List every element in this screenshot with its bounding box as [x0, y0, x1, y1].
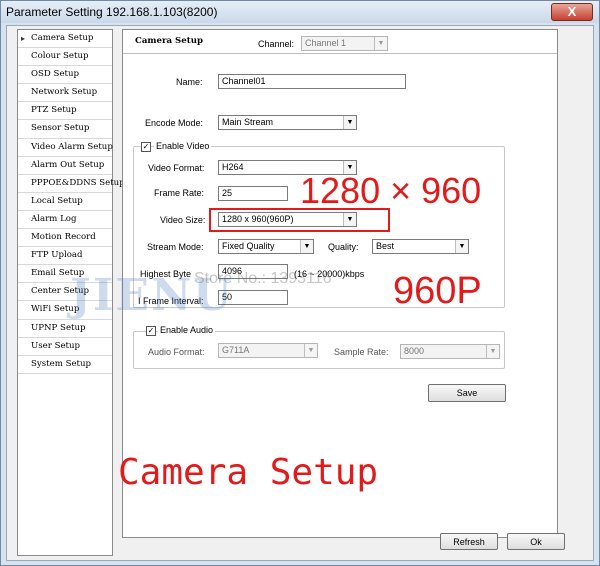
frame-rate-input[interactable]: 25 [218, 186, 288, 201]
quality-label: Quality: [328, 242, 359, 252]
video-format-value: H264 [222, 162, 244, 172]
chevron-down-icon: ▼ [300, 240, 313, 253]
channel-value: Channel 1 [305, 38, 347, 48]
name-input[interactable]: Channel01 [218, 74, 406, 89]
resolution-overlay-text: 1280 × 960 [300, 170, 482, 211]
save-button[interactable]: Save [428, 384, 506, 402]
ok-button[interactable]: Ok [507, 533, 565, 550]
name-label: Name: [176, 77, 203, 87]
chevron-down-icon: ▼ [455, 240, 468, 253]
enable-video-checkbox[interactable]: ✓ [141, 142, 151, 152]
video-size-label: Video Size: [160, 215, 206, 225]
store-watermark: Store No.: 1393116 [194, 270, 332, 287]
sidebar-item-motion-record[interactable]: Motion Record [18, 229, 112, 248]
channel-label: Channel: [258, 39, 295, 49]
enable-audio-label: Enable Audio [158, 325, 216, 335]
encode-mode-label: Encode Mode: [145, 118, 204, 128]
panel-title: Camera Setup [135, 36, 203, 46]
frame-rate-label: Frame Rate: [154, 188, 205, 198]
audio-format-select[interactable]: G711A ▼ [218, 343, 318, 358]
sidebar-item-colour-setup[interactable]: Colour Setup [18, 48, 112, 67]
audio-format-value: G711A [222, 345, 250, 355]
sidebar-item-osd-setup[interactable]: OSD Setup [18, 66, 112, 85]
close-button[interactable]: X [551, 3, 593, 21]
enable-audio-checkbox[interactable]: ✓ [146, 326, 156, 336]
sidebar-item-video-alarm-setup[interactable]: Video Alarm Setup [18, 139, 113, 157]
window-title: Parameter Setting 192.168.1.103(8200) [6, 5, 218, 19]
quality-select[interactable]: Best ▼ [372, 239, 469, 254]
encode-mode-value: Main Stream [222, 117, 274, 127]
sidebar-item-sensor-setup[interactable]: Sensor Setup [18, 120, 112, 139]
channel-select[interactable]: Channel 1 ▼ [301, 36, 388, 51]
quality-value: Best [376, 241, 395, 251]
sidebar-item-alarm-log[interactable]: Alarm Log [18, 211, 112, 230]
sample-rate-label: Sample Rate: [334, 347, 389, 357]
chevron-down-icon: ▼ [304, 344, 317, 357]
sample-rate-select[interactable]: 8000 ▼ [400, 344, 500, 359]
audio-format-label: Audio Format: [148, 347, 205, 357]
stream-mode-select[interactable]: Fixed Quality ▼ [218, 239, 314, 254]
sidebar-item-alarm-out-setup[interactable]: Alarm Out Setup [18, 157, 112, 175]
sidebar-item-ptz-setup[interactable]: PTZ Setup [18, 102, 112, 121]
stream-mode-value: Fixed Quality [222, 241, 275, 251]
caption-overlay-text: Camera Setup [118, 452, 379, 493]
sidebar-item-local-setup[interactable]: Local Setup [18, 193, 112, 211]
sidebar-item-system-setup[interactable]: System Setup [18, 356, 112, 374]
sidebar-item-camera-setup[interactable]: Camera Setup [18, 30, 112, 49]
sidebar-item-network-setup[interactable]: Network Setup [18, 84, 112, 103]
sample-rate-value: 8000 [404, 346, 425, 356]
refresh-button[interactable]: Refresh [440, 533, 498, 550]
chevron-down-icon: ▼ [486, 345, 499, 358]
sidebar-item-ftp-upload[interactable]: FTP Upload [18, 247, 112, 266]
p-overlay-text: 960P [393, 270, 482, 312]
chevron-down-icon: ▼ [374, 37, 387, 50]
sidebar-item-upnp-setup[interactable]: UPNP Setup [18, 320, 112, 338]
sidebar-item-user-setup[interactable]: User Setup [18, 338, 112, 356]
stream-mode-label: Stream Mode: [147, 242, 204, 252]
panel-header: Camera Setup Channel: Channel 1 ▼ [123, 30, 557, 54]
title-bar: Parameter Setting 192.168.1.103(8200) X [1, 1, 599, 23]
enable-video-label: Enable Video [154, 141, 212, 151]
encode-mode-select[interactable]: Main Stream ▼ [218, 115, 357, 130]
chevron-down-icon: ▼ [343, 116, 356, 129]
sidebar-item-pppoe-ddns-setup[interactable]: PPPOE&DDNS Setup [18, 175, 125, 193]
video-format-label: Video Format: [148, 163, 205, 173]
